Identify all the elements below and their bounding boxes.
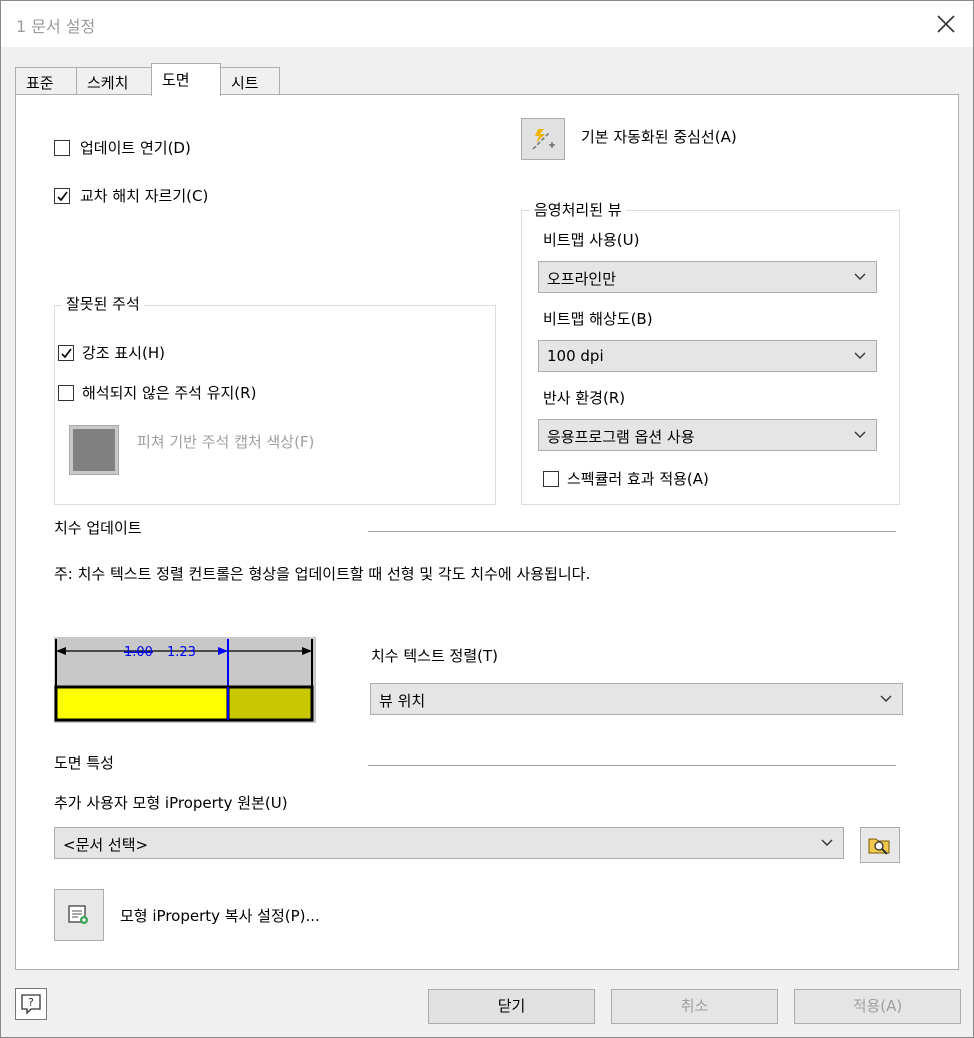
bitmap-use-label: 비트맵 사용(U) — [543, 231, 640, 249]
tab-label: 표준 — [26, 74, 54, 92]
dimension-update-title: 치수 업데이트 — [54, 519, 142, 537]
checkmark-icon — [61, 348, 72, 359]
tab-drawing[interactable]: 도면 — [151, 63, 221, 96]
window-title: 1 문서 설정 — [16, 17, 96, 36]
close-button[interactable]: 닫기 — [428, 989, 595, 1024]
chevron-down-icon — [854, 431, 866, 438]
iproperty-source-label: 추가 사용자 모형 iProperty 원본(U) — [54, 794, 288, 812]
defer-update-label: 업데이트 연기(D) — [80, 139, 191, 157]
iproperty-source-dropdown[interactable]: <문서 선택> — [54, 827, 844, 859]
bitmap-resolution-value: 100 dpi — [547, 347, 604, 365]
help-button[interactable]: ? — [15, 988, 47, 1020]
text-align-dropdown[interactable]: 뷰 위치 — [370, 683, 903, 715]
tab-standard[interactable]: 표준 — [15, 67, 77, 95]
drawing-props-separator — [368, 765, 896, 766]
bitmap-resolution-label: 비트맵 해상도(B) — [543, 310, 653, 328]
chevron-down-icon — [880, 695, 892, 702]
svg-text:?: ? — [28, 996, 34, 1009]
capture-color-label: 피쳐 기반 주석 캡처 색상(F) — [137, 433, 315, 451]
auto-centerline-button[interactable] — [521, 118, 565, 160]
highlight-label: 강조 표시(H) — [82, 344, 165, 362]
copy-iproperty-settings-label: 모형 iProperty 복사 설정(P)... — [120, 907, 320, 925]
cancel-button[interactable]: 취소 — [611, 989, 778, 1024]
chevron-down-icon — [854, 273, 866, 280]
preview-new-value: 1.23 — [167, 645, 196, 660]
specular-checkbox[interactable] — [543, 471, 559, 487]
title-bar: 1 문서 설정 — [1, 1, 973, 47]
shaded-views-title: 음영처리된 뷰 — [530, 199, 626, 220]
bitmap-resolution-dropdown[interactable]: 100 dpi — [538, 340, 877, 372]
tab-sketch[interactable]: 스케치 — [76, 67, 152, 95]
auto-centerline-icon — [532, 129, 555, 150]
browse-button[interactable] — [860, 827, 900, 863]
drawing-tab-page: 업데이트 연기(D) 교차 해치 자르기(C) 기본 자동화된 중심선(A) 잘… — [15, 94, 959, 970]
tab-label: 도면 — [162, 71, 190, 89]
defer-update-checkbox[interactable] — [54, 140, 70, 156]
iproperty-source-value: <문서 선택> — [63, 836, 149, 854]
tab-label: 시트 — [231, 74, 259, 92]
keep-unresolved-label: 해석되지 않은 주석 유지(R) — [82, 384, 257, 402]
keep-unresolved-checkbox[interactable] — [58, 385, 74, 401]
close-icon[interactable] — [933, 11, 959, 37]
iproperty-settings-icon — [68, 905, 88, 924]
preview-old-value: 1.00 — [124, 645, 153, 660]
bad-annotations-group — [54, 305, 496, 505]
help-icon: ? — [21, 994, 41, 1015]
drawing-props-title: 도면 특성 — [54, 754, 114, 772]
reflection-env-dropdown[interactable]: 응용프로그램 옵션 사용 — [538, 419, 877, 451]
text-align-label: 치수 텍스트 정렬(T) — [371, 647, 499, 665]
capture-color-button[interactable] — [69, 425, 119, 475]
chevron-down-icon — [854, 352, 866, 359]
crop-hatch-checkbox[interactable] — [54, 188, 70, 204]
bitmap-use-dropdown[interactable]: 오프라인만 — [538, 261, 877, 293]
dimension-update-note: 주: 치수 텍스트 정렬 컨트롤은 형상을 업데이트할 때 선형 및 각도 치수… — [54, 565, 591, 583]
bad-annotations-title: 잘못된 주석 — [62, 293, 144, 314]
text-align-value: 뷰 위치 — [379, 692, 426, 710]
dimension-preview: 1.00 1.23 — [54, 637, 316, 723]
auto-centerline-label: 기본 자동화된 중심선(A) — [581, 128, 737, 146]
document-settings-dialog: 1 문서 설정 표준 스케치 도면 시트 업데이트 연기(D) 교차 해치 자르… — [0, 0, 974, 1038]
specular-label: 스펙큘러 효과 적용(A) — [567, 470, 709, 488]
apply-button[interactable]: 적용(A) — [794, 989, 961, 1024]
tab-sheet[interactable]: 시트 — [220, 67, 280, 95]
capture-color-swatch — [73, 429, 115, 471]
folder-search-icon — [868, 838, 890, 855]
tab-label: 스케치 — [87, 74, 129, 92]
copy-iproperty-settings-button[interactable] — [54, 889, 104, 941]
checkmark-icon — [57, 191, 68, 202]
chevron-down-icon — [821, 839, 833, 846]
dimension-update-separator — [368, 531, 896, 532]
crop-hatch-label: 교차 해치 자르기(C) — [80, 187, 209, 205]
reflection-env-label: 반사 환경(R) — [543, 389, 626, 407]
bitmap-use-value: 오프라인만 — [547, 270, 617, 288]
highlight-checkbox[interactable] — [58, 345, 74, 361]
reflection-env-value: 응용프로그램 옵션 사용 — [547, 428, 695, 446]
